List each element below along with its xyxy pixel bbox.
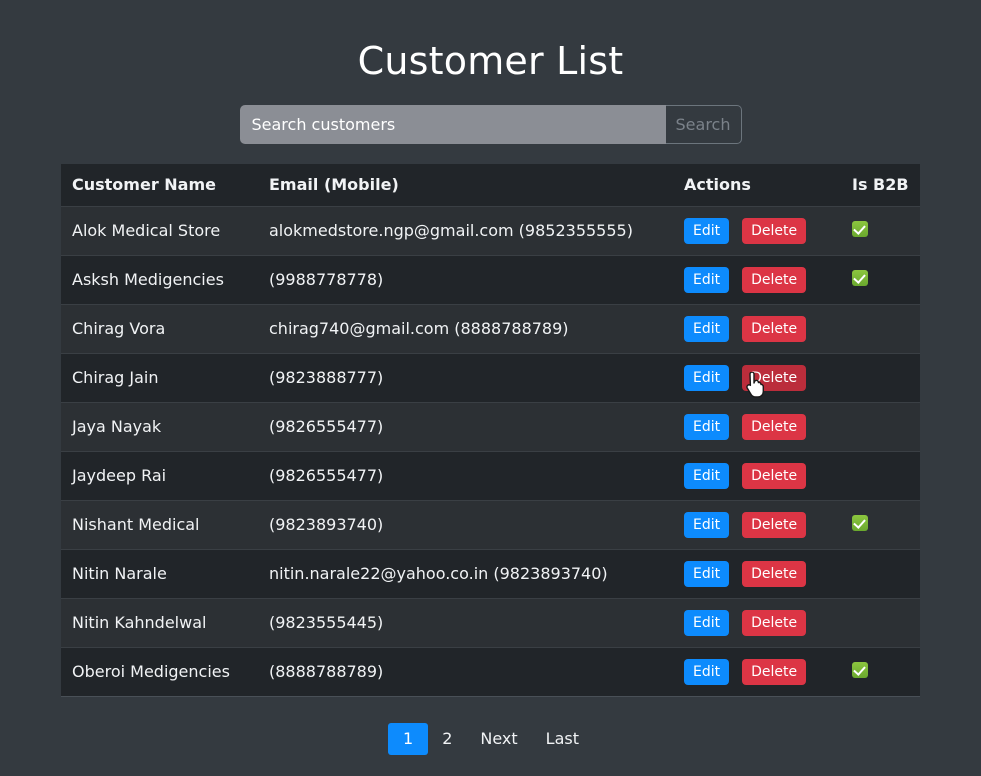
cell-email-mobile: (9823555445) xyxy=(259,597,674,647)
cell-customer-name: Jaya Nayak xyxy=(61,401,259,451)
cell-actions: Edit Delete xyxy=(674,352,842,402)
delete-button[interactable]: Delete xyxy=(742,315,807,342)
search-input-group: Search xyxy=(239,105,742,144)
edit-button[interactable]: Edit xyxy=(684,217,730,244)
edit-button[interactable]: Edit xyxy=(684,609,730,636)
cell-is-b2b xyxy=(842,499,920,549)
delete-button[interactable]: Delete xyxy=(742,658,807,685)
cell-email-mobile: (9826555477) xyxy=(259,401,674,451)
cell-actions: Edit Delete xyxy=(674,646,842,696)
cell-actions: Edit Delete xyxy=(674,401,842,451)
column-header-customer-name: Customer Name xyxy=(61,164,259,206)
edit-button[interactable]: Edit xyxy=(684,266,730,293)
column-header-is-b2b: Is B2B xyxy=(842,164,920,206)
cell-is-b2b xyxy=(842,205,920,255)
check-mark-icon xyxy=(852,220,868,237)
cell-customer-name: Nitin Narale xyxy=(61,548,259,598)
cell-email-mobile: (9823888777) xyxy=(259,352,674,402)
cell-is-b2b xyxy=(842,548,920,598)
table-row: Jaya Nayak (9826555477) Edit Delete xyxy=(61,401,920,451)
cell-email-mobile: nitin.narale22@yahoo.co.in (9823893740) xyxy=(259,548,674,598)
table-row: Nishant Medical (9823893740) Edit Delete xyxy=(61,499,920,549)
cell-is-b2b xyxy=(842,597,920,647)
cell-is-b2b xyxy=(842,254,920,304)
edit-button[interactable]: Edit xyxy=(684,413,730,440)
cell-is-b2b xyxy=(842,646,920,696)
cell-customer-name: Chirag Jain xyxy=(61,352,259,402)
cell-is-b2b xyxy=(842,303,920,353)
search-input[interactable] xyxy=(239,105,666,144)
check-mark-icon xyxy=(852,661,868,678)
table-header: Customer Name Email (Mobile) Actions Is … xyxy=(61,164,920,206)
table-body: Alok Medical Store alokmedstore.ngp@gmail… xyxy=(61,205,920,696)
cell-actions: Edit Delete xyxy=(674,303,842,353)
table-row: Nitin Narale nitin.narale22@yahoo.co.in (… xyxy=(61,548,920,598)
pagination-link-next[interactable]: Next xyxy=(466,723,531,755)
delete-button[interactable]: Delete xyxy=(742,266,807,293)
pagination: 1 2 Next Last xyxy=(0,723,981,755)
table-row: Jaydeep Rai (9826555477) Edit Delete xyxy=(61,450,920,500)
column-header-email: Email (Mobile) xyxy=(259,164,674,206)
cell-customer-name: Alok Medical Store xyxy=(61,205,259,255)
cell-email-mobile: alokmedstore.ngp@gmail.com (9852355555) xyxy=(259,205,674,255)
cell-customer-name: Nishant Medical xyxy=(61,499,259,549)
customer-table-container: Customer Name Email (Mobile) Actions Is … xyxy=(61,164,920,697)
cell-customer-name: Oberoi Medigencies xyxy=(61,646,259,696)
delete-button[interactable]: Delete xyxy=(742,217,807,244)
search-bar: Search xyxy=(0,105,981,144)
table-row: Asksh Medigencies (9988778778) Edit Delete xyxy=(61,254,920,304)
pagination-link-last[interactable]: Last xyxy=(532,723,593,755)
table-row: Chirag Vora chirag740@gmail.com (88887887… xyxy=(61,303,920,353)
customer-list-page: Customer List Search Customer Name Email… xyxy=(0,0,981,776)
table-row: Chirag Jain (9823888777) Edit Delete xyxy=(61,352,920,402)
check-mark-icon xyxy=(852,514,868,531)
cell-is-b2b xyxy=(842,401,920,451)
table-row: Nitin Kahndelwal (9823555445) Edit Delete xyxy=(61,597,920,647)
delete-button[interactable]: Delete xyxy=(742,413,807,440)
page-title: Customer List xyxy=(357,39,624,83)
delete-button[interactable]: Delete xyxy=(742,560,807,587)
edit-button[interactable]: Edit xyxy=(684,462,730,489)
delete-button[interactable]: Delete xyxy=(742,609,807,636)
pagination-link-1[interactable]: 1 xyxy=(388,723,429,755)
cell-actions: Edit Delete xyxy=(674,548,842,598)
cell-is-b2b xyxy=(842,450,920,500)
cell-is-b2b xyxy=(842,352,920,402)
edit-button[interactable]: Edit xyxy=(684,364,730,391)
table-header-row: Customer Name Email (Mobile) Actions Is … xyxy=(61,164,920,206)
cell-actions: Edit Delete xyxy=(674,450,842,500)
delete-button[interactable]: Delete xyxy=(742,462,807,489)
table-row: Alok Medical Store alokmedstore.ngp@gmail… xyxy=(61,205,920,255)
table-row: Oberoi Medigencies (8888788789) Edit Delete xyxy=(61,646,920,696)
cell-customer-name: Nitin Kahndelwal xyxy=(61,597,259,647)
cell-actions: Edit Delete xyxy=(674,499,842,549)
cell-customer-name: Jaydeep Rai xyxy=(61,450,259,500)
cell-email-mobile: (9823893740) xyxy=(259,499,674,549)
edit-button[interactable]: Edit xyxy=(684,511,730,538)
cell-actions: Edit Delete xyxy=(674,254,842,304)
cell-email-mobile: chirag740@gmail.com (8888788789) xyxy=(259,303,674,353)
cell-email-mobile: (9988778778) xyxy=(259,254,674,304)
cell-customer-name: Asksh Medigencies xyxy=(61,254,259,304)
edit-button[interactable]: Edit xyxy=(684,658,730,685)
search-button[interactable]: Search xyxy=(665,105,742,144)
edit-button[interactable]: Edit xyxy=(684,315,730,342)
edit-button[interactable]: Edit xyxy=(684,560,730,587)
delete-button[interactable]: Delete xyxy=(742,511,807,538)
cell-email-mobile: (8888788789) xyxy=(259,646,674,696)
column-header-actions: Actions xyxy=(674,164,842,206)
pagination-link-2[interactable]: 2 xyxy=(428,723,466,755)
cell-customer-name: Chirag Vora xyxy=(61,303,259,353)
cell-actions: Edit Delete xyxy=(674,205,842,255)
delete-button[interactable]: Delete xyxy=(742,364,807,391)
cell-email-mobile: (9826555477) xyxy=(259,450,674,500)
customer-table: Customer Name Email (Mobile) Actions Is … xyxy=(61,164,920,696)
check-mark-icon xyxy=(852,269,868,286)
cell-actions: Edit Delete xyxy=(674,597,842,647)
